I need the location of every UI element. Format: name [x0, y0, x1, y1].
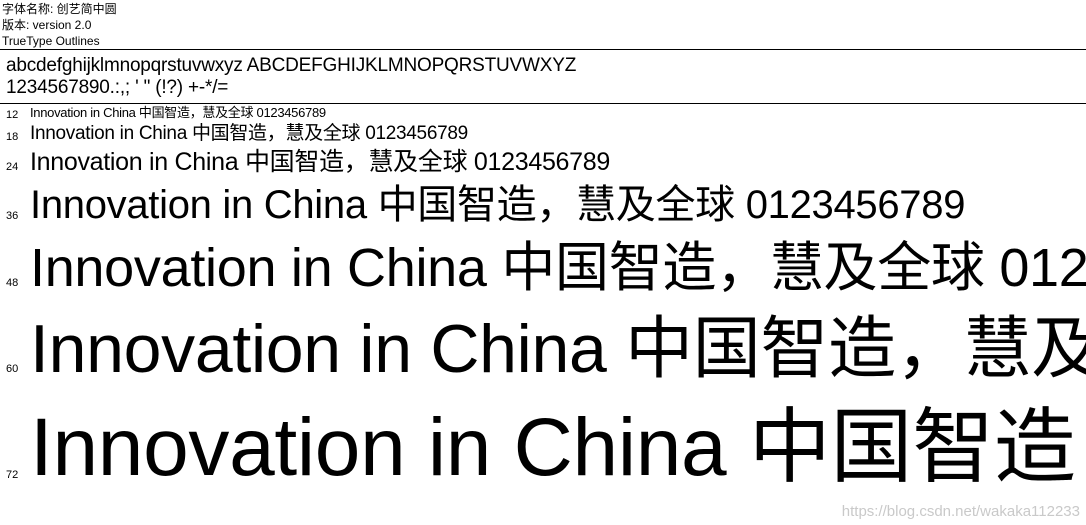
- sample-size-label: 18: [6, 131, 19, 143]
- sample-specimen-text: Innovation in China 中国智造，慧及全球 0123456789: [30, 148, 610, 176]
- font-name-line: 字体名称: 创艺简中圆: [2, 2, 117, 16]
- sample-specimen-text: Innovation in China 中国智造，慧及全球 0123456789: [30, 238, 1086, 298]
- charset-letters-line: abcdefghijklmnopqrstuvwxyz ABCDEFGHIJKLM…: [6, 55, 577, 76]
- sample-row: 48 Innovation in China 中国智造，慧及全球 0123456…: [0, 232, 1086, 304]
- sample-specimen-text: Innovation in China 中国智造，慧及全球 0123456789: [30, 183, 966, 227]
- sample-size-label: 72: [6, 469, 19, 481]
- font-metadata-header: 字体名称: 创艺简中圆 版本: version 2.0 TrueType Out…: [0, 0, 1086, 49]
- sample-size-label: 48: [6, 277, 19, 289]
- sample-row: 18 Innovation in China 中国智造，慧及全球 0123456…: [0, 122, 1086, 146]
- sample-row: 60 Innovation in China 中国智造，慧及全球 0123456…: [0, 304, 1086, 394]
- charset-digits-line: 1234567890.:,; ' " (!?) +-*/=: [6, 77, 229, 98]
- sample-row: 72 Innovation in China 中国智造，慧及全球 0123456…: [0, 394, 1086, 502]
- sample-size-label: 12: [6, 109, 19, 121]
- sample-size-label: 60: [6, 363, 19, 375]
- sample-specimen-text: Innovation in China 中国智造，慧及全球 0123456789: [30, 311, 1086, 387]
- sample-row: 12 Innovation in China 中国智造，慧及全球 0123456…: [0, 104, 1086, 122]
- font-outlines-line: TrueType Outlines: [2, 34, 100, 48]
- sample-size-label: 36: [6, 210, 19, 222]
- sample-specimen-text: Innovation in China 中国智造，慧及全球 0123456789: [30, 105, 326, 120]
- charset-preview: abcdefghijklmnopqrstuvwxyz ABCDEFGHIJKLM…: [0, 50, 1086, 103]
- sample-specimen-text: Innovation in China 中国智造，慧及全球 0123456789: [30, 402, 1086, 493]
- sample-size-list: 12 Innovation in China 中国智造，慧及全球 0123456…: [0, 104, 1086, 516]
- sample-specimen-text: Innovation in China 中国智造，慧及全球 0123456789: [30, 123, 468, 144]
- sample-row: 24 Innovation in China 中国智造，慧及全球 0123456…: [0, 146, 1086, 178]
- sample-size-label: 24: [6, 161, 19, 173]
- font-version-line: 版本: version 2.0: [2, 18, 92, 32]
- sample-row: 36 Innovation in China 中国智造，慧及全球 0123456…: [0, 178, 1086, 232]
